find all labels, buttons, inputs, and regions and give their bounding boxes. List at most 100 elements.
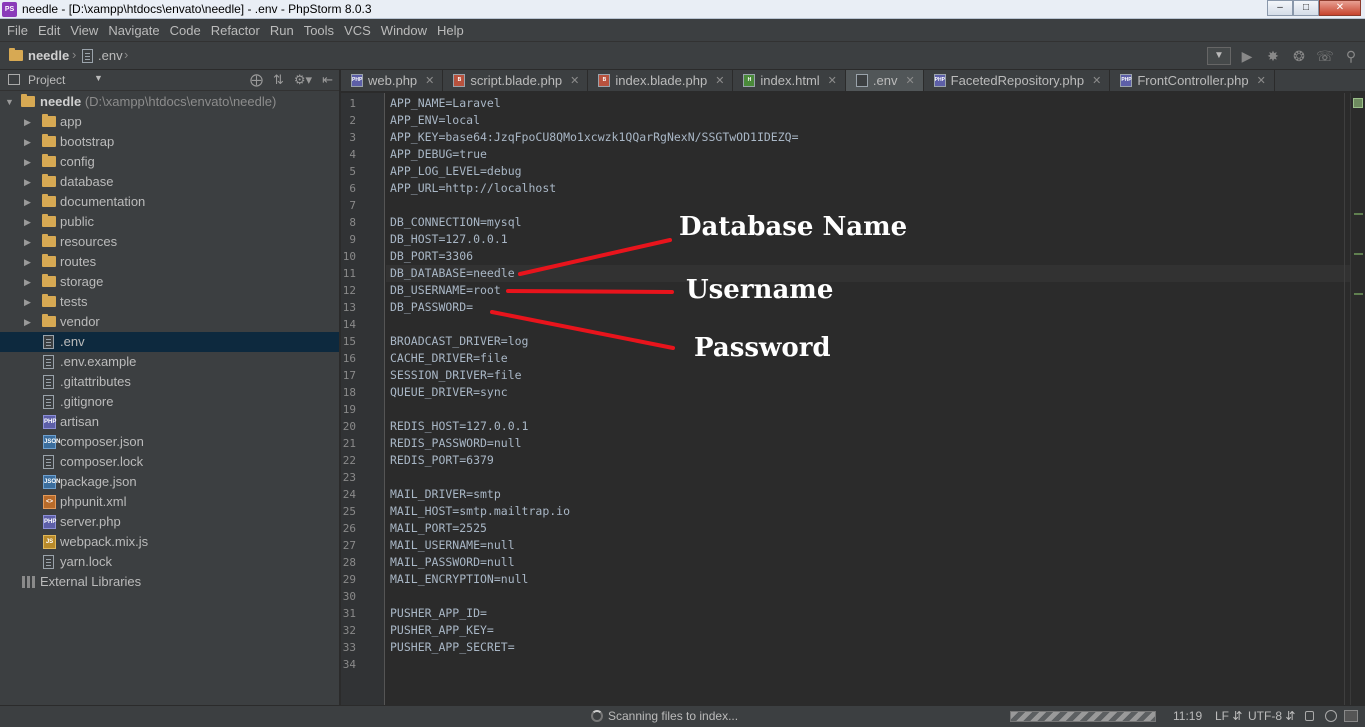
code-line[interactable]: APP_DEBUG=true: [390, 147, 487, 161]
tree-file-gitattributes[interactable]: .gitattributes: [0, 372, 339, 392]
menu-edit[interactable]: Edit: [33, 23, 65, 38]
collapsed-arrow-icon[interactable]: ▶: [24, 112, 31, 132]
tree-folder-routes[interactable]: ▶ routes: [0, 252, 339, 272]
code-line[interactable]: REDIS_HOST=127.0.0.1: [390, 419, 528, 433]
tree-folder-public[interactable]: ▶ public: [0, 212, 339, 232]
code-line[interactable]: APP_KEY=base64:JzqFpoCU8QMo1xcwzk1QQarRg…: [390, 130, 799, 144]
coverage-icon[interactable]: ❂: [1289, 46, 1309, 66]
tree-folder-database[interactable]: ▶ database: [0, 172, 339, 192]
code-line[interactable]: PUSHER_APP_KEY=: [390, 623, 494, 637]
code-line[interactable]: MAIL_DRIVER=smtp: [390, 487, 501, 501]
code-line[interactable]: APP_ENV=local: [390, 113, 480, 127]
tree-file-yarn-lock[interactable]: yarn.lock: [0, 552, 339, 572]
gear-icon[interactable]: ⚙▾: [294, 72, 312, 88]
code-line[interactable]: REDIS_PORT=6379: [390, 453, 494, 467]
code-line[interactable]: DB_CONNECTION=mysql: [390, 215, 522, 229]
tree-folder-vendor[interactable]: ▶ vendor: [0, 312, 339, 332]
menu-navigate[interactable]: Navigate: [103, 23, 164, 38]
collapsed-arrow-icon[interactable]: ▶: [24, 132, 31, 152]
breadcrumb-file[interactable]: .env: [82, 48, 123, 63]
code-line[interactable]: PUSHER_APP_SECRET=: [390, 640, 515, 654]
code-line[interactable]: DB_PORT=3306: [390, 249, 473, 263]
tree-file-composer-json[interactable]: JSON composer.json: [0, 432, 339, 452]
breadcrumb-project[interactable]: needle: [9, 48, 69, 63]
tab-facetedrepository-php[interactable]: PHP FacetedRepository.php ✕: [924, 70, 1111, 91]
collapsed-arrow-icon[interactable]: ▶: [24, 232, 31, 252]
search-icon[interactable]: ⚲: [1341, 46, 1361, 66]
tree-file-gitignore[interactable]: .gitignore: [0, 392, 339, 412]
collapsed-arrow-icon[interactable]: ▶: [24, 252, 31, 272]
tree-folder-app[interactable]: ▶ app: [0, 112, 339, 132]
collapsed-arrow-icon[interactable]: ▶: [24, 312, 31, 332]
code-line[interactable]: DB_DATABASE=needle: [390, 266, 515, 280]
code-line[interactable]: MAIL_HOST=smtp.mailtrap.io: [390, 504, 570, 518]
code-line[interactable]: APP_NAME=Laravel: [390, 96, 501, 110]
collapse-all-icon[interactable]: ⇅: [273, 72, 284, 88]
lock-icon[interactable]: [1305, 711, 1314, 721]
menu-run[interactable]: Run: [265, 23, 299, 38]
collapsed-arrow-icon[interactable]: ▶: [24, 192, 31, 212]
tree-file-composer-lock[interactable]: composer.lock: [0, 452, 339, 472]
code-line[interactable]: APP_LOG_LEVEL=debug: [390, 164, 522, 178]
inspection-ok-icon[interactable]: [1353, 98, 1363, 108]
tree-file-package-json[interactable]: JSON package.json: [0, 472, 339, 492]
close-tab-icon[interactable]: ✕: [828, 74, 837, 87]
status-text[interactable]: Scanning files to index...: [608, 709, 738, 723]
code-editor[interactable]: 1 2 3 4 5 6 7 8 9 10 11 12 13 14 15 16 17 18 19 20 21 22 23 24 2…: [341, 93, 1350, 705]
event-log-icon[interactable]: [1344, 710, 1358, 722]
tab-env[interactable]: .env ✕: [845, 70, 924, 91]
expanded-arrow-icon[interactable]: ▼: [5, 92, 14, 112]
close-tab-icon[interactable]: ✕: [425, 74, 434, 87]
project-view-label[interactable]: Project: [28, 73, 65, 87]
close-tab-icon[interactable]: ✕: [1092, 74, 1101, 87]
code-line[interactable]: BROADCAST_DRIVER=log: [390, 334, 528, 348]
close-tab-icon[interactable]: ✕: [905, 74, 914, 87]
close-button[interactable]: ✕: [1319, 0, 1361, 16]
scroll-from-source-icon[interactable]: ⨁: [250, 72, 263, 88]
tree-folder-tests[interactable]: ▶ tests: [0, 292, 339, 312]
code-line[interactable]: APP_URL=http://localhost: [390, 181, 556, 195]
collapsed-arrow-icon[interactable]: ▶: [24, 272, 31, 292]
code-line[interactable]: CACHE_DRIVER=file: [390, 351, 508, 365]
tree-file-env[interactable]: .env: [0, 332, 339, 352]
hector-icon[interactable]: [1325, 710, 1337, 722]
run-icon[interactable]: ▶: [1237, 46, 1257, 66]
menu-refactor[interactable]: Refactor: [206, 23, 265, 38]
code-line[interactable]: DB_HOST=127.0.0.1: [390, 232, 508, 246]
caret-position[interactable]: 11:19: [1173, 709, 1202, 723]
code-line[interactable]: DB_PASSWORD=: [390, 300, 473, 314]
collapsed-arrow-icon[interactable]: ▶: [24, 172, 31, 192]
tree-file-env-example[interactable]: .env.example: [0, 352, 339, 372]
stripe-marker[interactable]: [1354, 213, 1363, 215]
close-tab-icon[interactable]: ✕: [1257, 74, 1266, 87]
tab-index-html[interactable]: Hindex.html ✕: [733, 70, 846, 91]
tree-folder-documentation[interactable]: ▶ documentation: [0, 192, 339, 212]
code-line[interactable]: DB_USERNAME=root: [390, 283, 501, 297]
menu-window[interactable]: Window: [376, 23, 432, 38]
menu-file[interactable]: File: [2, 23, 33, 38]
stripe-marker[interactable]: [1354, 253, 1363, 255]
tree-folder-config[interactable]: ▶ config: [0, 152, 339, 172]
tree-file-webpack-mix-js[interactable]: JS webpack.mix.js: [0, 532, 339, 552]
tree-folder-storage[interactable]: ▶ storage: [0, 272, 339, 292]
tree-file-server-php[interactable]: PHP server.php: [0, 512, 339, 532]
code-line[interactable]: MAIL_ENCRYPTION=null: [390, 572, 528, 586]
code-line[interactable]: MAIL_PORT=2525: [390, 521, 487, 535]
debug-icon[interactable]: ✸: [1263, 46, 1283, 66]
menu-view[interactable]: View: [65, 23, 103, 38]
tree-file-artisan[interactable]: PHP artisan: [0, 412, 339, 432]
code-line[interactable]: PUSHER_APP_ID=: [390, 606, 487, 620]
collapsed-arrow-icon[interactable]: ▶: [24, 212, 31, 232]
tree-root-needle[interactable]: ▼ needle (D:\xampp\htdocs\envato\needle): [0, 92, 339, 112]
code-line[interactable]: REDIS_PASSWORD=null: [390, 436, 522, 450]
tree-external-libraries[interactable]: External Libraries: [0, 572, 339, 592]
file-encoding[interactable]: UTF-8 ⇵: [1248, 709, 1295, 723]
collapsed-arrow-icon[interactable]: ▶: [24, 152, 31, 172]
stripe-marker[interactable]: [1354, 293, 1363, 295]
chevron-down-icon[interactable]: ▼: [94, 73, 103, 83]
close-tab-icon[interactable]: ✕: [715, 74, 724, 87]
minimize-button[interactable]: –: [1267, 0, 1293, 16]
close-tab-icon[interactable]: ✕: [570, 74, 579, 87]
tab-web-php[interactable]: PHP web.php ✕: [341, 70, 444, 91]
line-separator[interactable]: LF ⇵: [1215, 709, 1242, 723]
